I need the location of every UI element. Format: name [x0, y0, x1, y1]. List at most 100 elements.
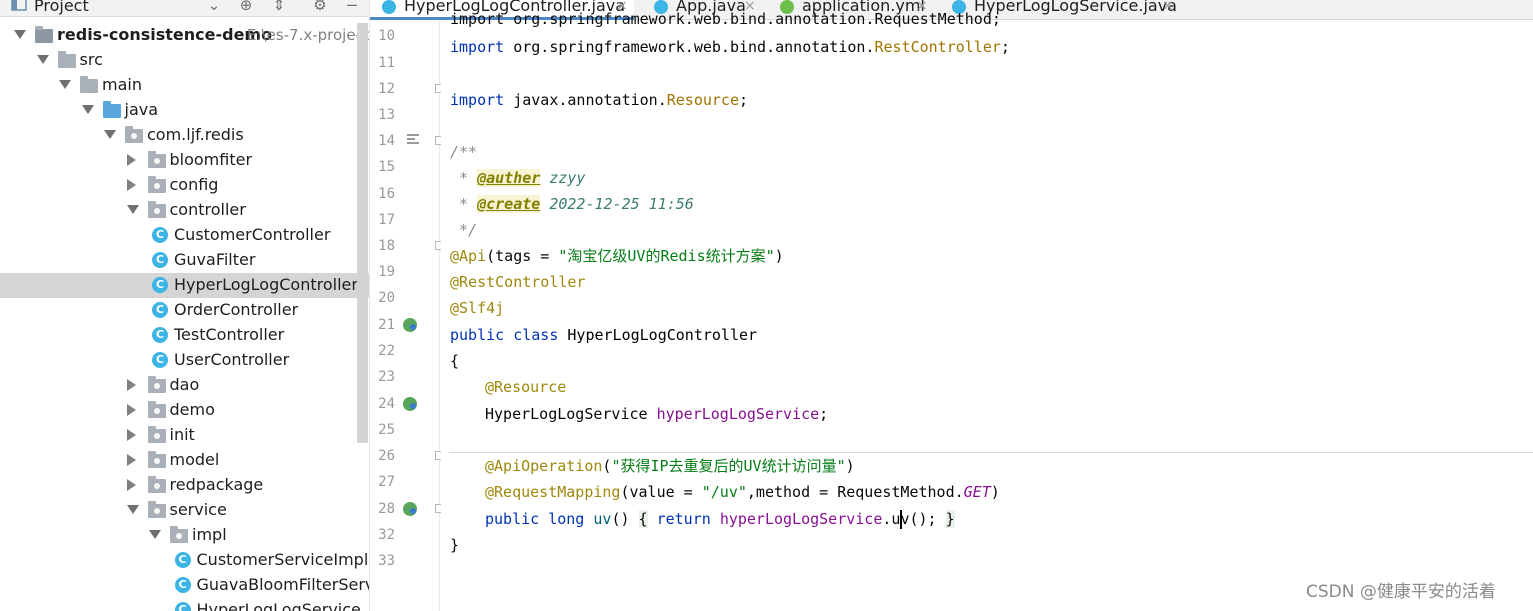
tree-item-label: service	[169, 500, 227, 519]
expand-arrow-right-icon[interactable]	[126, 179, 136, 191]
expand-arrow-right-icon[interactable]	[126, 154, 136, 166]
tree-item-src[interactable]: src	[0, 48, 369, 73]
line-number[interactable]: 10	[370, 27, 395, 45]
tree-item-main[interactable]: main	[0, 73, 369, 98]
tree-item-usercontroller[interactable]: C UserController	[0, 348, 369, 373]
line-number[interactable]: 23	[370, 368, 395, 386]
tree-item-ordercontroller[interactable]: C OrderController	[0, 298, 369, 323]
expand-arrow-right-icon[interactable]	[126, 404, 136, 416]
expand-arrow-down-icon[interactable]	[126, 505, 139, 514]
expand-arrow-right-icon[interactable]	[126, 479, 136, 491]
project-panel-title[interactable]: Project	[34, 0, 89, 16]
line-number[interactable]: 12	[370, 80, 395, 98]
comment-prefix: *	[450, 169, 478, 187]
tree-item-controller[interactable]: controller	[0, 198, 369, 223]
code-editor[interactable]: import org.springframework.web.bind.anno…	[441, 10, 1533, 611]
module-path: E:\es-7.x-project\red	[247, 26, 369, 44]
tree-item-guvafilter[interactable]: C GuvaFilter	[0, 248, 369, 273]
code-line-32: }	[450, 536, 460, 554]
gear-icon[interactable]: ⚙	[311, 0, 329, 14]
tree-item-service[interactable]: service	[0, 498, 369, 523]
spring-bean-icon[interactable]	[403, 318, 417, 332]
line-number[interactable]: 32	[370, 526, 395, 544]
javadoc-value: zzyy	[540, 169, 586, 187]
expand-arrow-right-icon[interactable]	[126, 454, 136, 466]
tree-item-label: src	[79, 50, 103, 69]
line-number[interactable]: 17	[370, 211, 395, 229]
line-number[interactable]: 26	[370, 447, 395, 465]
line-number[interactable]: 21	[370, 316, 395, 334]
line-number[interactable]: 24	[370, 395, 395, 413]
tree-item-model[interactable]: model	[0, 448, 369, 473]
tree-item-dao[interactable]: dao	[0, 373, 369, 398]
tree-item-bloomfiter[interactable]: bloomfiter	[0, 148, 369, 173]
tree-item-label: UserController	[174, 350, 290, 369]
paren: ()	[611, 510, 630, 528]
folder-icon	[80, 76, 98, 93]
line-number[interactable]: 20	[370, 289, 395, 307]
line-number[interactable]: 22	[370, 342, 395, 360]
module-folder-icon	[35, 26, 53, 43]
expand-arrow-right-icon[interactable]	[126, 379, 136, 391]
expand-arrow-down-icon[interactable]	[14, 30, 26, 39]
minimize-icon[interactable]: −	[343, 0, 361, 14]
package-icon	[147, 151, 166, 168]
semicolon: ;	[739, 91, 749, 109]
tree-item-config[interactable]: config	[0, 173, 369, 198]
tree-item-impl[interactable]: impl	[0, 523, 369, 548]
line-number[interactable]: 11	[370, 54, 395, 72]
tree-item-label: TestController	[174, 325, 285, 344]
tree-item-demo[interactable]: demo	[0, 398, 369, 423]
keyword: import	[450, 38, 505, 56]
tree-item-label: GuvaFilter	[174, 250, 256, 269]
line-number[interactable]: 28	[370, 500, 395, 518]
close-icon[interactable]: ×	[1162, 0, 1174, 15]
package-icon	[147, 176, 166, 193]
expand-arrow-down-icon[interactable]	[81, 105, 94, 114]
line-number[interactable]: 25	[370, 421, 395, 439]
chevron-down-icon[interactable]: ⌄	[205, 0, 223, 14]
line-number[interactable]: 16	[370, 185, 395, 203]
collapse-all-icon[interactable]: ⇕	[270, 0, 288, 14]
line-number[interactable]: 19	[370, 263, 395, 281]
expand-arrow-down-icon[interactable]	[126, 205, 139, 214]
locate-target-icon[interactable]: ⊕	[237, 0, 255, 14]
tree-item-init[interactable]: init	[0, 423, 369, 448]
line-number[interactable]: 13	[370, 106, 395, 124]
paren: )	[774, 247, 784, 265]
field-name: hyperLogLogService	[719, 510, 883, 528]
tree-item-com-ljf-redis[interactable]: com.ljf.redis	[0, 123, 369, 148]
javadoc-value: 2022-12-25 11:56	[540, 195, 694, 213]
editor-gutter[interactable]: 10 11 12 13 14 15 16 17 18 19 20 21 22 23 24 25 26 27 28 32…	[370, 21, 444, 611]
folded-brace-open[interactable]: {	[638, 510, 648, 528]
spring-bean-icon[interactable]	[403, 502, 417, 516]
tree-item-guavabloomfilterservice[interactable]: C GuavaBloomFilterService	[0, 573, 369, 598]
tree-item-customerserviceimpl[interactable]: C CustomerServiceImpl	[0, 548, 369, 573]
expand-arrow-down-icon[interactable]	[59, 80, 71, 89]
tree-item-customercontroller[interactable]: C CustomerController	[0, 223, 369, 248]
line-number[interactable]: 15	[370, 158, 395, 176]
expand-arrow-right-icon[interactable]	[126, 429, 136, 441]
spring-bean-icon[interactable]	[403, 397, 417, 411]
tree-scrollbar[interactable]	[357, 23, 368, 443]
tree-item-redpackage[interactable]: redpackage	[0, 473, 369, 498]
line-number[interactable]: 14	[370, 132, 395, 150]
folded-brace-close[interactable]: }	[945, 510, 955, 528]
tree-item-label: bloomfiter	[169, 150, 253, 169]
string-literal: "淘宝亿级UV的Redis统计方案"	[558, 247, 775, 265]
tree-item-hyperloglogcontroller[interactable]: C HyperLogLogController	[0, 273, 369, 298]
expand-arrow-down-icon[interactable]	[149, 530, 161, 539]
package-path: org.springframework.web.bind.annotation.	[504, 38, 875, 56]
line-number[interactable]: 18	[370, 237, 395, 255]
line-number[interactable]: 33	[370, 552, 395, 570]
expand-arrow-down-icon[interactable]	[104, 130, 116, 139]
line-number[interactable]: 27	[370, 473, 395, 491]
expand-arrow-down-icon[interactable]	[36, 55, 49, 64]
tree-item-java[interactable]: java	[0, 98, 369, 123]
tree-item-redis-consistence-demo[interactable]: redis-consistence-demoE:\es-7.x-project\…	[0, 23, 369, 48]
folder-icon	[57, 51, 76, 68]
tree-item-label: controller	[169, 200, 246, 219]
tree-item-testcontroller[interactable]: C TestController	[0, 323, 369, 348]
render-doc-icon[interactable]	[407, 134, 419, 145]
tree-item-hyperloglogservice[interactable]: C HyperLogLogService	[0, 598, 369, 611]
